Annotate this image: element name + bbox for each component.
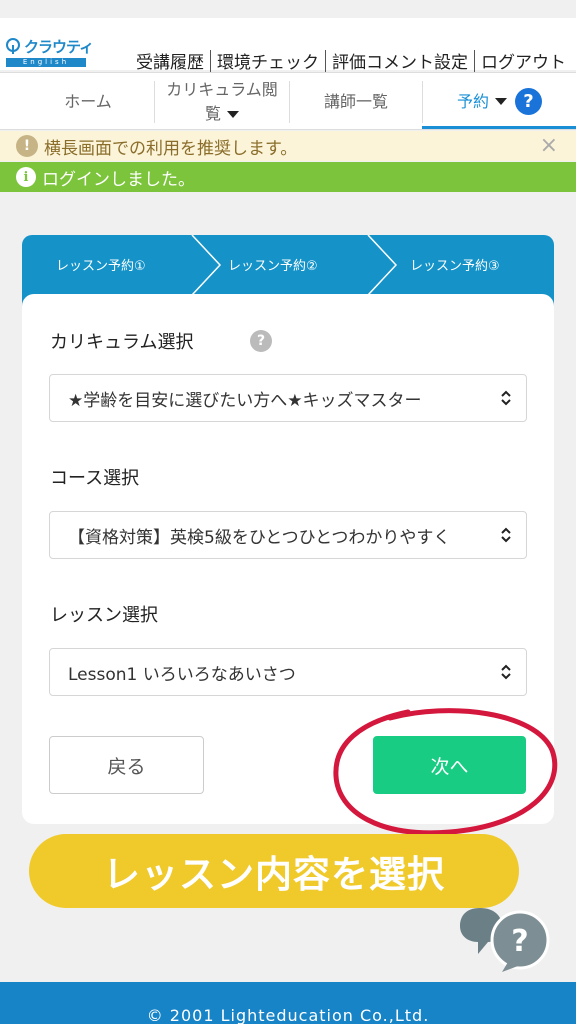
instruction-banner: レッスン内容を選択 [29,834,519,908]
top-links: 受講履歴 環境チェック 評価コメント設定 ログアウト [130,48,572,73]
tab-curriculum-label: カリキュラム閲 [166,79,278,99]
chat-help-icon[interactable]: ? [458,904,554,974]
link-comment-settings[interactable]: 評価コメント設定 [326,48,474,73]
select-arrows-icon [501,664,511,680]
cloud-logo-icon [6,38,20,54]
tab-teachers-label: 講師一覧 [323,91,388,111]
warning-icon: ! [16,135,38,157]
link-logout[interactable]: ログアウト [475,48,572,73]
lesson-select-value: Lesson1 いろいろなあいさつ [68,664,296,685]
select-arrows-icon [501,527,511,543]
login-success-alert: i ログインしました。 [0,162,576,192]
notice-text: 横長画面での利用を推奨します。 [44,138,298,159]
lesson-label: レッスン選択 [50,605,158,626]
help-icon[interactable]: ? [515,88,542,115]
link-environment-check[interactable]: 環境チェック [211,48,325,73]
step-chevron-icon [367,235,398,295]
info-icon: i [16,167,36,187]
select-arrows-icon [501,390,511,406]
curriculum-select-value: ★学齢を目安に選びたい方へ★キッズマスター [68,390,422,411]
step-3: レッスン予約③ [410,259,500,274]
tab-curriculum-label-2: 覧 [205,102,239,126]
step-1: レッスン予約① [56,259,146,274]
step-chevron-icon [191,235,222,295]
caret-down-icon [495,98,507,105]
link-history[interactable]: 受講履歴 [130,48,210,73]
course-select[interactable]: 【資格対策】英検5級をひとつひとつわかりやすく [49,511,527,559]
chat-question-mark: ? [511,924,528,959]
brand-logo[interactable]: クラウティ English [2,36,94,70]
tab-home[interactable]: ホーム [22,73,154,130]
tab-teachers[interactable]: 講師一覧 [290,73,422,130]
back-button[interactable]: 戻る [49,736,204,794]
help-icon[interactable]: ? [250,330,272,352]
step-2: レッスン予約② [228,259,318,274]
course-label: コース選択 [50,468,140,489]
success-text: ログインしました。 [42,169,195,190]
tab-curriculum[interactable]: カリキュラム閲 覧 [155,73,289,130]
curriculum-label: カリキュラム選択 [50,332,194,353]
top-header: クラウティ English 受講履歴 環境チェック 評価コメント設定 ログアウト [0,18,576,73]
lesson-select[interactable]: Lesson1 いろいろなあいさつ [49,648,527,696]
tab-home-label: ホーム [64,91,112,111]
footer-copyright: © 2001 Lighteducation Co.,Ltd. [0,982,576,1024]
logo-subtitle: English [6,58,86,67]
close-icon[interactable]: × [540,133,558,158]
curriculum-select[interactable]: ★学齢を目安に選びたい方へ★キッズマスター [49,374,527,422]
tab-reserve-label: 予約 [456,91,489,111]
tab-curriculum-label-line2: 覧 [204,103,221,123]
active-tab-indicator [422,126,576,129]
main-nav: ホーム カリキュラム閲 覧 講師一覧 予約 ? [0,72,576,130]
landscape-notice: ! 横長画面での利用を推奨します。 × [0,131,576,161]
course-select-value: 【資格対策】英検5級をひとつひとつわかりやすく [68,527,451,548]
highlight-circle-annotation [333,708,558,836]
tab-reserve[interactable]: 予約 ? [423,73,576,130]
caret-down-icon [227,110,239,118]
logo-text: クラウティ [24,38,94,56]
